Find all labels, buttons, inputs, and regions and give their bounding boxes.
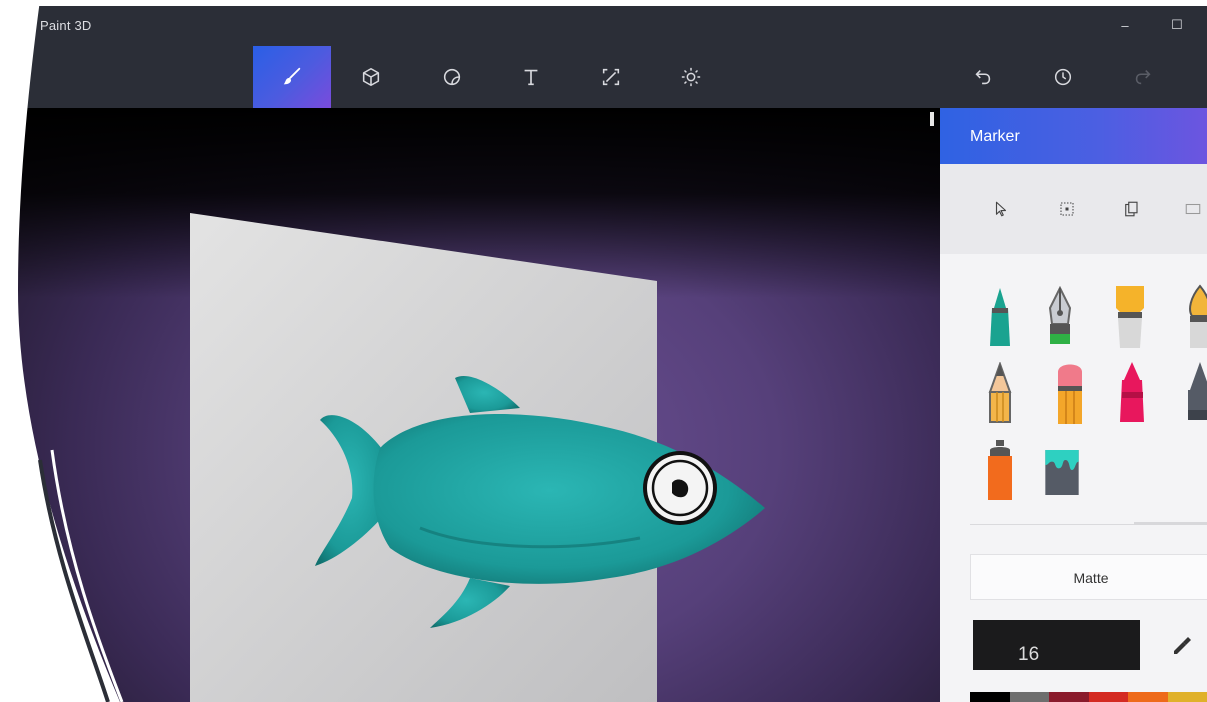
pen-nib-icon[interactable] bbox=[1040, 286, 1080, 350]
select-region-icon bbox=[1060, 202, 1074, 216]
brush-icon bbox=[283, 67, 301, 85]
panel-divider-highlight bbox=[1134, 522, 1207, 525]
pixel-pen-icon[interactable] bbox=[1180, 360, 1207, 424]
cursor-button[interactable] bbox=[988, 196, 1014, 222]
marker-icon[interactable] bbox=[980, 286, 1020, 350]
app-title: Paint 3D bbox=[40, 18, 92, 33]
thickness-value: 16 bbox=[1018, 644, 1040, 665]
panel-title: Marker bbox=[970, 128, 1020, 145]
redo-button[interactable] bbox=[1104, 46, 1182, 108]
slide: Paint 3D – ☐ Marker Matte 16 bbox=[0, 0, 1207, 702]
crop-icon bbox=[1185, 203, 1201, 215]
pencil-icon[interactable] bbox=[980, 362, 1020, 426]
color-swatch[interactable] bbox=[970, 692, 1010, 702]
thickness-input[interactable]: 16 bbox=[973, 620, 1140, 670]
maximize-button[interactable]: ☐ bbox=[1166, 14, 1188, 36]
undo-button[interactable] bbox=[944, 46, 1022, 108]
redo-icon bbox=[1135, 70, 1151, 85]
drawing-canvas[interactable] bbox=[0, 108, 940, 702]
crop-button[interactable] bbox=[1180, 196, 1206, 222]
brushes-tool-button[interactable] bbox=[253, 46, 331, 108]
selection-tools bbox=[940, 164, 1207, 254]
sticker-icon bbox=[443, 68, 461, 86]
cube-icon bbox=[362, 67, 380, 87]
canvas-scrollbar[interactable] bbox=[930, 112, 934, 126]
canvas-scene bbox=[190, 213, 765, 702]
color-swatch[interactable] bbox=[1088, 692, 1128, 702]
color-swatch[interactable] bbox=[1167, 692, 1207, 702]
watercolor-icon[interactable] bbox=[1180, 284, 1207, 348]
paint-3d-window: Paint 3D – ☐ Marker Matte 16 bbox=[0, 0, 1207, 702]
minimize-button[interactable]: – bbox=[1114, 14, 1136, 36]
3d-shapes-tool-button[interactable] bbox=[332, 46, 410, 108]
title-bar: Paint 3D – ☐ bbox=[0, 0, 1207, 46]
color-swatch[interactable] bbox=[1049, 692, 1089, 702]
paste-button[interactable] bbox=[1118, 196, 1144, 222]
finish-dropdown[interactable]: Matte bbox=[970, 554, 1207, 600]
brush-grid bbox=[940, 254, 1207, 524]
paste-icon bbox=[1125, 201, 1138, 217]
spray-can-icon[interactable] bbox=[980, 438, 1020, 502]
oil-brush-icon[interactable] bbox=[1110, 284, 1150, 348]
color-swatch[interactable] bbox=[1009, 692, 1049, 702]
undo-icon bbox=[975, 70, 991, 85]
history-icon bbox=[1054, 68, 1072, 86]
canvas-resize-icon bbox=[602, 68, 620, 86]
crayon-icon[interactable] bbox=[1112, 360, 1152, 424]
fill-bucket-icon[interactable] bbox=[1042, 438, 1082, 502]
canvas-tool-button[interactable] bbox=[572, 46, 650, 108]
eyedropper-icon[interactable] bbox=[1170, 634, 1194, 658]
top-toolbar bbox=[0, 46, 1207, 108]
eraser-icon[interactable] bbox=[1050, 360, 1090, 424]
color-swatch[interactable] bbox=[1128, 692, 1168, 702]
color-palette bbox=[970, 692, 1207, 702]
cursor-icon bbox=[995, 201, 1007, 217]
panel-header: Marker bbox=[940, 108, 1207, 164]
brushes-panel: Marker Matte 16 bbox=[940, 108, 1207, 702]
text-icon bbox=[524, 69, 538, 86]
history-button[interactable] bbox=[1024, 46, 1102, 108]
effects-tool-button[interactable] bbox=[652, 46, 730, 108]
stickers-tool-button[interactable] bbox=[413, 46, 491, 108]
finish-label: Matte bbox=[1073, 570, 1109, 586]
text-tool-button[interactable] bbox=[492, 46, 570, 108]
sun-icon bbox=[681, 67, 701, 87]
select-region-button[interactable] bbox=[1054, 196, 1080, 222]
